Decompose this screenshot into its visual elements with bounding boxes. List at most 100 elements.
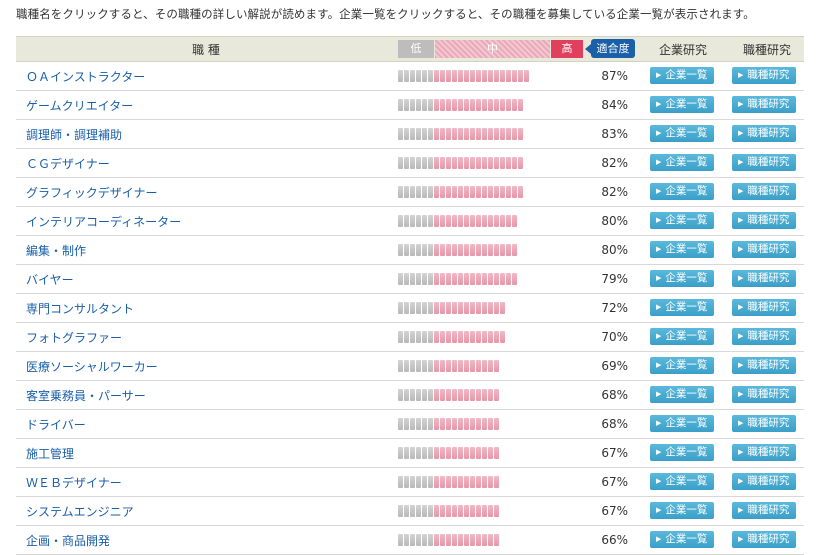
- bar-segment: [470, 418, 475, 430]
- button-label: 企業一覧: [665, 417, 708, 429]
- company-list-button[interactable]: ▶ 企業一覧: [650, 473, 714, 490]
- job-research-button[interactable]: ▶ 職種研究: [732, 328, 796, 345]
- job-research-button[interactable]: ▶ 職種研究: [732, 386, 796, 403]
- company-list-button[interactable]: ▶ 企業一覧: [650, 67, 714, 84]
- job-research-button[interactable]: ▶ 職種研究: [732, 531, 796, 548]
- bar-segment: [428, 302, 433, 314]
- company-list-button[interactable]: ▶ 企業一覧: [650, 531, 714, 548]
- bar-segment: [434, 244, 439, 256]
- company-list-button[interactable]: ▶ 企業一覧: [650, 154, 714, 171]
- job-research-button[interactable]: ▶ 職種研究: [732, 444, 796, 461]
- button-label: 職種研究: [747, 214, 790, 226]
- job-name-link[interactable]: バイヤー: [26, 271, 74, 288]
- job-research-button[interactable]: ▶ 職種研究: [732, 270, 796, 287]
- job-name-link[interactable]: ＣＧデザイナー: [26, 155, 110, 172]
- button-label: 職種研究: [747, 69, 790, 81]
- bar-segment: [446, 99, 451, 111]
- company-list-button[interactable]: ▶ 企業一覧: [650, 444, 714, 461]
- arrow-right-icon: ▶: [738, 216, 744, 224]
- job-name-link[interactable]: グラフィックデザイナー: [26, 184, 158, 201]
- job-name-link[interactable]: ＯＡインストラクター: [26, 68, 145, 85]
- job-research-button[interactable]: ▶ 職種研究: [732, 125, 796, 142]
- job-name-link[interactable]: ＷＥＢデザイナー: [26, 474, 122, 491]
- job-name-link[interactable]: ドライバー: [26, 416, 86, 433]
- job-name-link[interactable]: 客室乗務員・パーサー: [26, 387, 146, 404]
- bar-segment: [446, 389, 451, 401]
- bar-segment: [494, 331, 499, 343]
- bar-segment: [488, 157, 493, 169]
- job-research-button[interactable]: ▶ 職種研究: [732, 212, 796, 229]
- bar-segment: [494, 215, 499, 227]
- bar-segment: [494, 505, 499, 517]
- bar-segment: [446, 70, 451, 82]
- bar-segment: [410, 186, 415, 198]
- match-bar: [398, 244, 517, 256]
- job-name-link[interactable]: インテリアコーディネーター: [26, 213, 181, 230]
- arrow-right-icon: ▶: [738, 361, 744, 369]
- arrow-right-icon: ▶: [738, 187, 744, 195]
- table-header: 職 種 低 中 高 適合度 企業研究 職種研究: [16, 36, 804, 62]
- bar-segment: [428, 389, 433, 401]
- bar-segment: [416, 157, 421, 169]
- bar-segment: [482, 215, 487, 227]
- bar-segment: [428, 360, 433, 372]
- job-research-button[interactable]: ▶ 職種研究: [732, 415, 796, 432]
- job-name-link[interactable]: ゲームクリエイター: [26, 97, 133, 114]
- job-name-link[interactable]: 編集・制作: [26, 242, 86, 259]
- job-research-button[interactable]: ▶ 職種研究: [732, 473, 796, 490]
- bar-segment: [410, 505, 415, 517]
- bar-segment: [470, 534, 475, 546]
- bar-segment: [416, 70, 421, 82]
- company-list-button[interactable]: ▶ 企業一覧: [650, 270, 714, 287]
- bar-segment: [506, 244, 511, 256]
- job-research-button[interactable]: ▶ 職種研究: [732, 96, 796, 113]
- job-name-link[interactable]: 施工管理: [26, 445, 74, 462]
- job-research-button[interactable]: ▶ 職種研究: [732, 502, 796, 519]
- match-percent: 79%: [601, 272, 628, 286]
- job-name-link[interactable]: フォトグラファー: [26, 329, 122, 346]
- company-list-button[interactable]: ▶ 企業一覧: [650, 386, 714, 403]
- bar-segment: [500, 157, 505, 169]
- company-list-button[interactable]: ▶ 企業一覧: [650, 125, 714, 142]
- bar-segment: [398, 302, 403, 314]
- job-research-button[interactable]: ▶ 職種研究: [732, 67, 796, 84]
- job-research-button[interactable]: ▶ 職種研究: [732, 357, 796, 374]
- job-research-button[interactable]: ▶ 職種研究: [732, 241, 796, 258]
- company-list-button[interactable]: ▶ 企業一覧: [650, 502, 714, 519]
- bar-segment: [476, 99, 481, 111]
- bar-segment: [440, 360, 445, 372]
- bar-segment: [398, 215, 403, 227]
- bar-segment: [410, 418, 415, 430]
- bar-segment: [452, 360, 457, 372]
- company-list-button[interactable]: ▶ 企業一覧: [650, 299, 714, 316]
- bar-segment: [476, 476, 481, 488]
- bar-segment: [458, 331, 463, 343]
- job-name-link[interactable]: システムエンジニア: [26, 503, 134, 520]
- table-row: システムエンジニア 67% ▶ 企業一覧 ▶ 職種研究: [16, 497, 804, 526]
- bar-segment: [524, 70, 529, 82]
- bar-segment: [458, 186, 463, 198]
- company-list-button[interactable]: ▶ 企業一覧: [650, 328, 714, 345]
- company-list-button[interactable]: ▶ 企業一覧: [650, 357, 714, 374]
- job-research-button[interactable]: ▶ 職種研究: [732, 154, 796, 171]
- company-list-button[interactable]: ▶ 企業一覧: [650, 415, 714, 432]
- bar-segment: [470, 70, 475, 82]
- job-name-link[interactable]: 専門コンサルタント: [26, 300, 134, 317]
- scale-low: 低: [398, 40, 434, 58]
- company-list-button[interactable]: ▶ 企業一覧: [650, 183, 714, 200]
- company-list-button[interactable]: ▶ 企業一覧: [650, 241, 714, 258]
- company-list-button[interactable]: ▶ 企業一覧: [650, 96, 714, 113]
- job-research-button[interactable]: ▶ 職種研究: [732, 299, 796, 316]
- bar-segment: [482, 418, 487, 430]
- bar-segment: [482, 360, 487, 372]
- job-name-link[interactable]: 企画・商品開発: [26, 532, 110, 549]
- job-name-link[interactable]: 調理師・調理補助: [26, 126, 122, 143]
- company-list-button[interactable]: ▶ 企業一覧: [650, 212, 714, 229]
- arrow-right-icon: ▶: [656, 448, 662, 456]
- bar-segment: [488, 70, 493, 82]
- job-name-link[interactable]: 医療ソーシャルワーカー: [26, 358, 158, 375]
- arrow-right-icon: ▶: [738, 274, 744, 282]
- job-research-button[interactable]: ▶ 職種研究: [732, 183, 796, 200]
- bar-segment: [512, 273, 517, 285]
- bar-segment: [476, 389, 481, 401]
